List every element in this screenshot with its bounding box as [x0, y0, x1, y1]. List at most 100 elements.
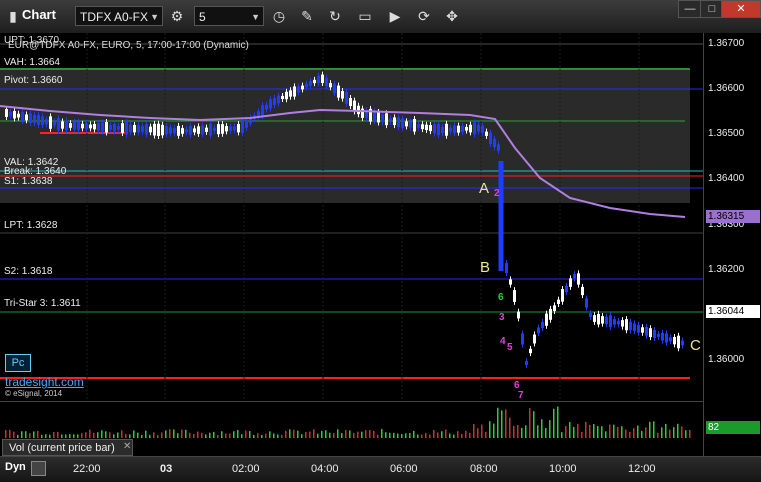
volume-bar [645, 427, 647, 438]
chevron-down-icon[interactable]: ▼ [251, 7, 260, 27]
volume-bar [121, 430, 123, 438]
candle-body [313, 79, 316, 84]
pivot-label: Pivot: 1.3660 [4, 75, 63, 86]
current-price-tag: 1.36044 [706, 305, 760, 318]
volume-bar [445, 429, 447, 438]
dyn-label[interactable]: Dyn [5, 461, 26, 473]
candle-body [57, 118, 60, 131]
volume-bar [105, 431, 107, 438]
volume-bar [385, 432, 387, 438]
volume-bar [149, 434, 151, 438]
candle-body [145, 124, 148, 135]
candle-body [397, 117, 400, 128]
candle-body [541, 321, 544, 329]
volume-bar [153, 432, 155, 438]
candle-body [625, 319, 628, 331]
chart-app-icon: ▮ [9, 8, 17, 24]
price-axis[interactable]: 1.36700 1.36600 1.36500 1.36400 1.36300 … [703, 33, 761, 456]
candle-body [445, 123, 448, 136]
candle-body [209, 123, 212, 136]
close-button[interactable]: ✕ [721, 0, 761, 18]
gallery-icon[interactable]: ▭ [356, 7, 374, 25]
candle-body [261, 105, 264, 116]
candle-body [309, 81, 312, 86]
candle-body [677, 335, 680, 349]
candle-body [633, 323, 636, 332]
volume-panel[interactable]: Vol (current price bar) ✕ [0, 401, 703, 457]
candle-body [257, 111, 260, 117]
volume-bar [541, 419, 543, 438]
minimize-button[interactable]: — [678, 0, 702, 18]
chevron-down-icon[interactable]: ▼ [150, 7, 159, 27]
volume-bar [373, 430, 375, 438]
candle-body [153, 123, 156, 136]
candle-body [193, 128, 196, 133]
volume-bar [493, 423, 495, 438]
candle-body [549, 308, 552, 320]
candle-body [649, 328, 652, 338]
volume-bar [141, 434, 143, 438]
scale-icon[interactable] [31, 461, 46, 476]
candle-body [437, 123, 440, 136]
candle-body [273, 97, 276, 106]
candle-body [617, 320, 620, 325]
refresh-icon[interactable]: ↻ [326, 7, 344, 25]
symbol-input[interactable]: TDFX A0-FX ▼ [75, 6, 163, 26]
candle-body [281, 95, 284, 100]
volume-bar [25, 431, 27, 438]
cursor-icon[interactable]: ✥ [443, 7, 461, 25]
time-axis[interactable]: Dyn 22:00 03 02:00 04:00 06:00 08:00 10:… [0, 456, 761, 482]
volume-bar [77, 434, 79, 438]
volume-bar [601, 426, 603, 438]
candle-body [69, 123, 72, 128]
volume-bar [625, 429, 627, 438]
volume-bar [21, 431, 23, 438]
brand-link[interactable]: tradesight.com [5, 375, 84, 389]
candle-body [557, 299, 560, 304]
clock-icon[interactable]: ◷ [270, 7, 288, 25]
volume-bar [125, 433, 127, 438]
pencil-icon[interactable]: ✎ [298, 7, 316, 25]
candle-body [657, 333, 660, 337]
s2-label: S2: 1.3618 [4, 266, 53, 277]
candle-body [133, 124, 136, 133]
pc-badge[interactable]: Pc [5, 354, 31, 372]
candle-body [385, 113, 388, 126]
volume-bar [621, 426, 623, 438]
interval-input[interactable]: 5 ▼ [194, 6, 264, 26]
interval-settings-icon[interactable]: ⚙ [168, 7, 186, 25]
volume-bar [685, 430, 687, 438]
volume-bar [329, 432, 331, 438]
lpt-label: LPT: 1.3628 [4, 220, 58, 231]
volume-bar [321, 430, 323, 438]
cycle-icon[interactable]: ⟳ [415, 7, 433, 25]
candle-body [505, 262, 508, 274]
volume-bar [289, 429, 291, 438]
close-icon[interactable]: ✕ [123, 441, 131, 452]
candle-body [221, 124, 224, 134]
volume-bar [449, 433, 451, 438]
volume-bar [561, 432, 563, 438]
candle-body [681, 340, 684, 346]
candle-body [117, 126, 120, 130]
candle-body [417, 124, 420, 128]
candle-body [237, 123, 240, 133]
volume-bar [69, 434, 71, 438]
ma-price-tag: 1.36315 [706, 210, 760, 223]
time-tick: 10:00 [549, 463, 577, 475]
candle-body [297, 86, 300, 93]
candle-body [157, 123, 160, 136]
candle-body [129, 124, 132, 133]
candle-body [489, 132, 492, 145]
candle-body [361, 108, 364, 118]
volume-study-label[interactable]: Vol (current price bar) [2, 439, 133, 456]
volume-bar [453, 434, 455, 438]
candle-body [425, 124, 428, 131]
volume-bar [313, 429, 315, 438]
play-icon[interactable]: ▶ [386, 7, 404, 25]
candle-body [669, 337, 672, 342]
volume-bar [689, 429, 691, 438]
price-chart[interactable] [0, 33, 703, 401]
volume-bar [617, 426, 619, 438]
candle-body [5, 109, 8, 117]
